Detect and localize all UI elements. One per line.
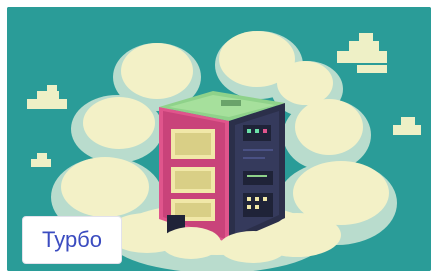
card[interactable]: Турбо	[0, 0, 438, 280]
tag-turbo[interactable]: Турбо	[22, 216, 122, 264]
